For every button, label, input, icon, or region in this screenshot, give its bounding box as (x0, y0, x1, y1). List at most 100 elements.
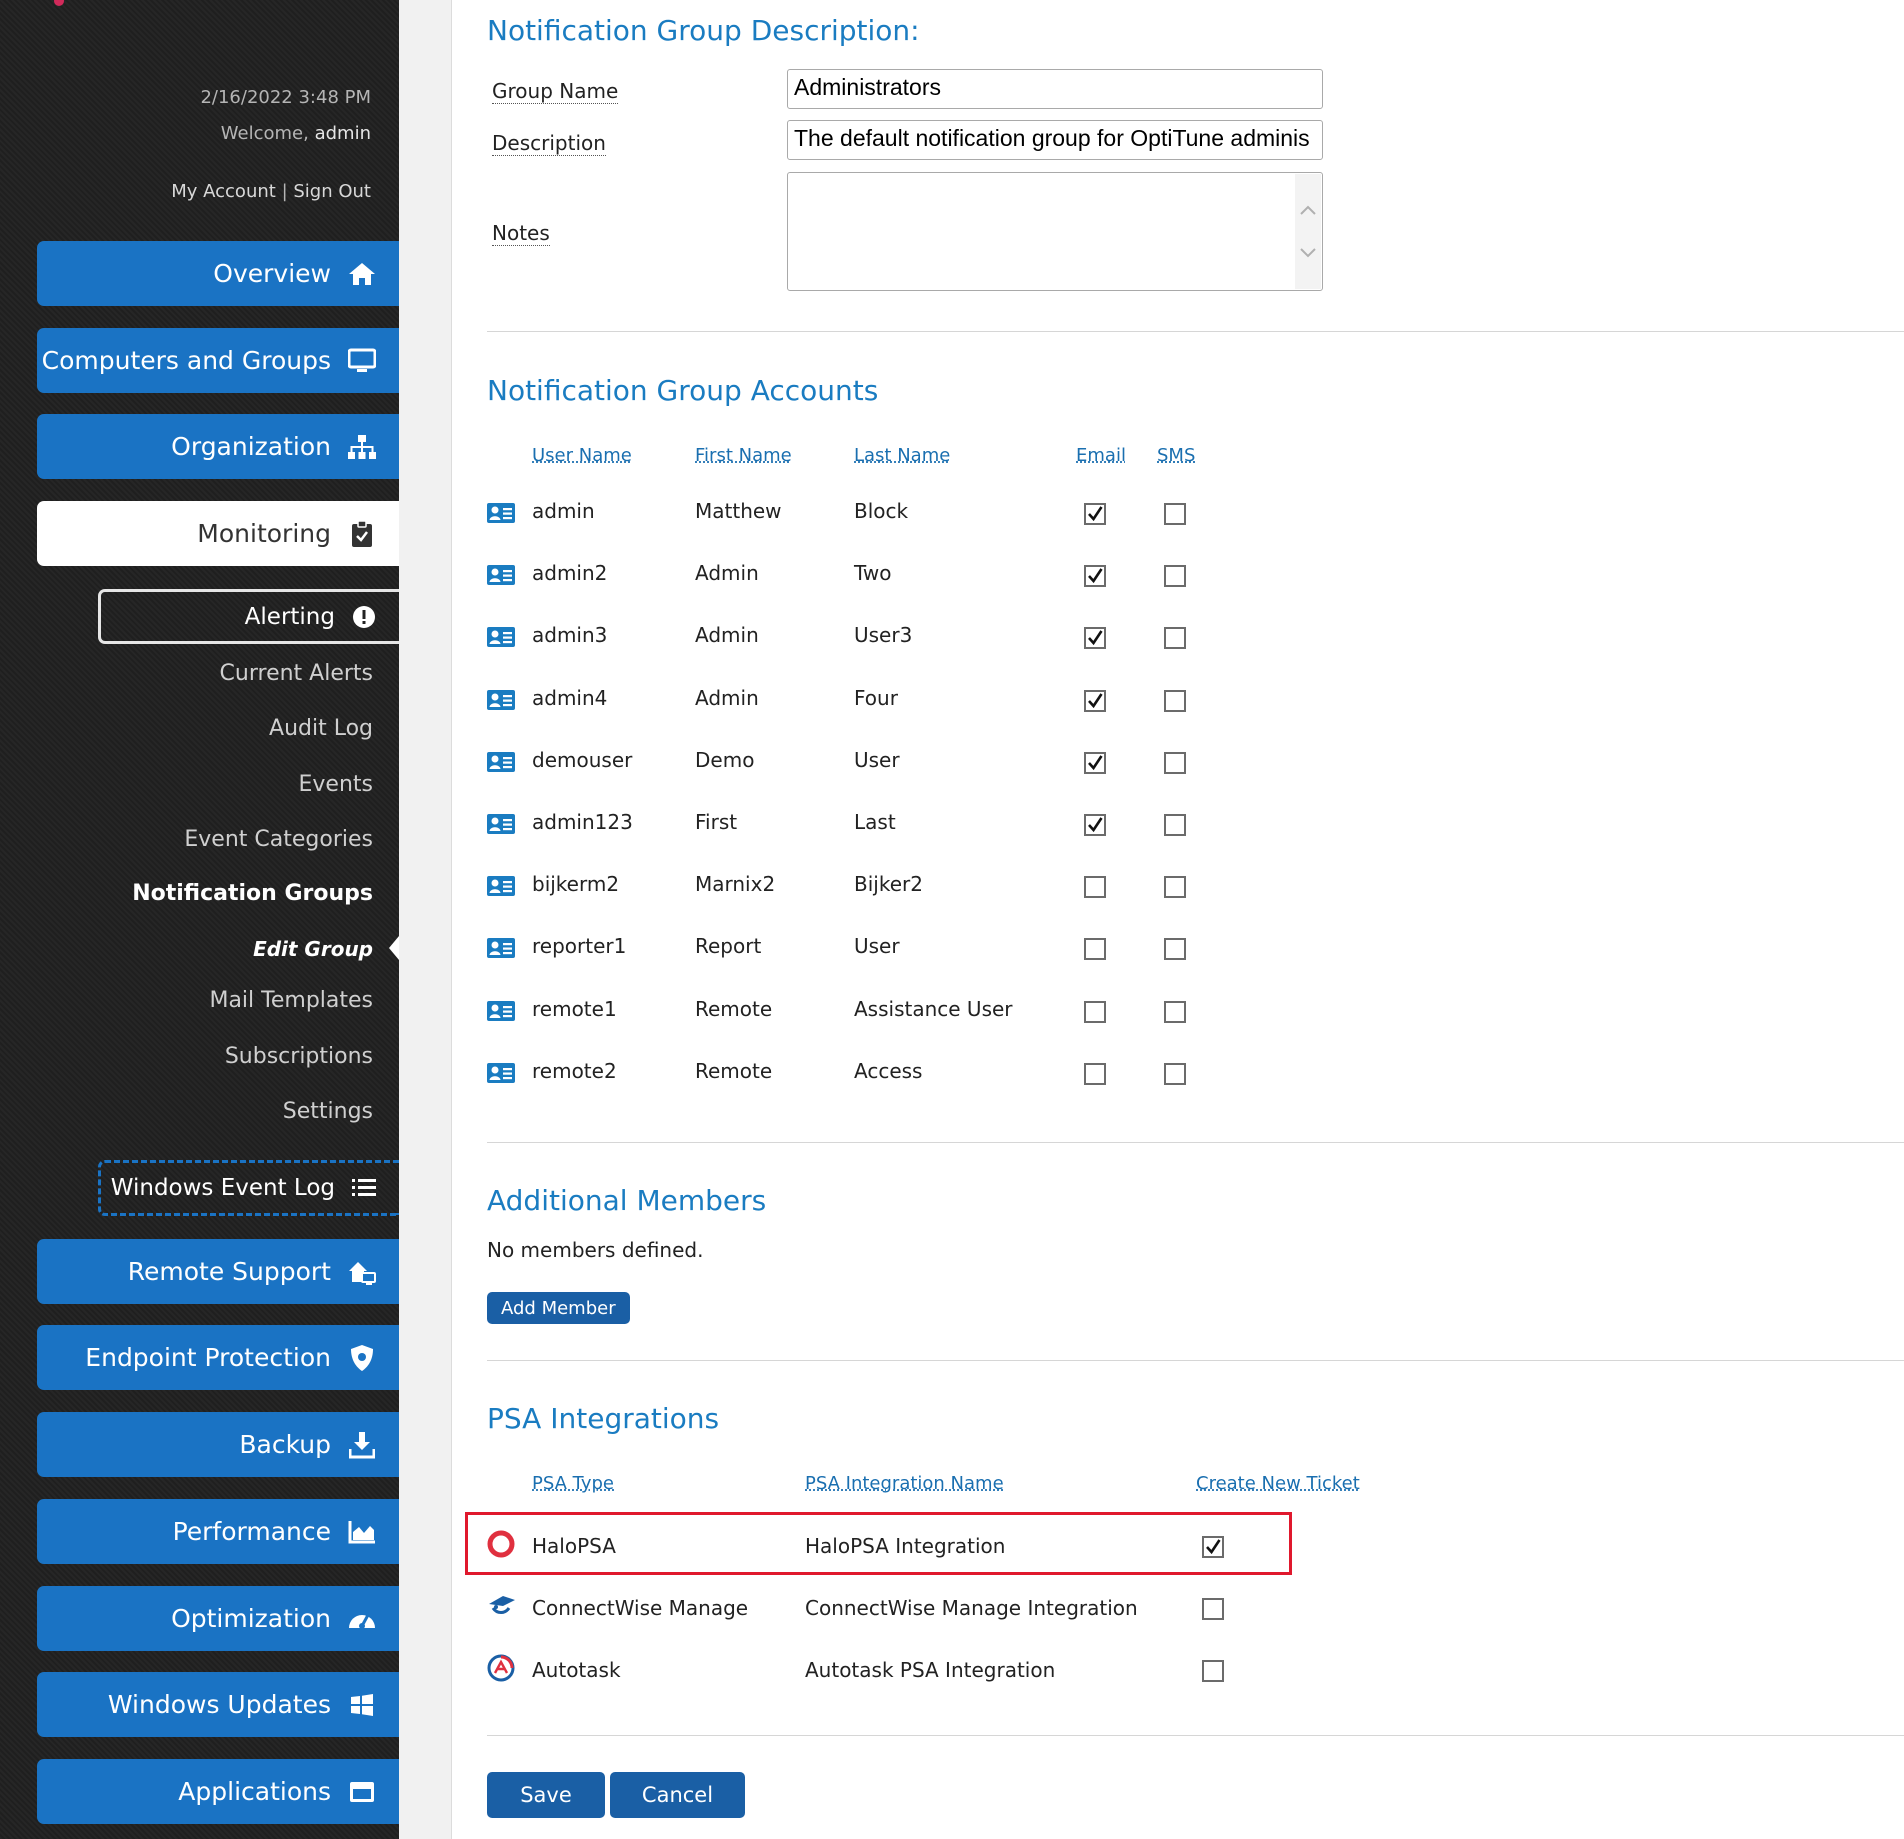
windows-logo-icon (347, 1690, 377, 1720)
create-ticket-checkbox[interactable] (1202, 1598, 1224, 1620)
nav-alerting[interactable]: Alerting (98, 589, 399, 644)
email-checkbox[interactable] (1084, 876, 1106, 899)
user-card-icon (487, 565, 515, 586)
email-checkbox[interactable] (1084, 751, 1106, 774)
notes-label: Notes (492, 221, 550, 246)
col-last-name[interactable]: Last Name (854, 445, 950, 466)
cancel-button[interactable]: Cancel (610, 1772, 745, 1818)
sms-checkbox[interactable] (1164, 689, 1186, 712)
nav-edit-group[interactable]: Edit Group (253, 937, 373, 961)
group-name-input[interactable]: Administrators (787, 69, 1323, 109)
nav-backup[interactable]: Backup (37, 1412, 399, 1477)
nav-organization-label: Organization (171, 432, 331, 461)
section-divider (487, 1735, 1904, 1736)
email-checkbox[interactable] (1084, 1000, 1106, 1023)
col-psa-integration-name[interactable]: PSA Integration Name (805, 1473, 1004, 1494)
nav-optimization[interactable]: Optimization (37, 1586, 399, 1651)
account-first-name: Remote (695, 996, 773, 1021)
account-first-name: Matthew (695, 499, 782, 523)
section-divider (487, 1142, 1904, 1143)
sidebar: 2/16/2022 3:48 PM Welcome, admin My Acco… (0, 0, 399, 1839)
sms-checkbox[interactable] (1164, 503, 1186, 525)
clipboard-check-icon (347, 519, 377, 549)
psa-integration-name: HaloPSA Integration (805, 1534, 1006, 1558)
sms-checkbox[interactable] (1164, 814, 1186, 836)
col-first-name[interactable]: First Name (695, 445, 792, 466)
nav-events[interactable]: Events (299, 772, 374, 797)
nav-applications[interactable]: Applications (37, 1759, 399, 1824)
nav-mail-templates[interactable]: Mail Templates (209, 988, 373, 1013)
sign-out-link[interactable]: Sign Out (293, 181, 371, 202)
sms-checkbox[interactable] (1164, 876, 1186, 899)
description-input[interactable]: The default notification group for OptiT… (787, 120, 1323, 160)
col-user-name[interactable]: User Name (532, 445, 632, 466)
scroll-arrows-icon (1300, 205, 1316, 258)
psa-type: HaloPSA (532, 1534, 616, 1558)
account-last-name: User (854, 747, 900, 772)
nav-event-categories[interactable]: Event Categories (184, 827, 373, 852)
nav-performance[interactable]: Performance (37, 1499, 399, 1564)
account-last-name: Assistance User (854, 996, 1013, 1021)
nav-remote-support[interactable]: Remote Support (37, 1239, 399, 1304)
email-checkbox[interactable] (1084, 814, 1106, 836)
sms-checkbox[interactable] (1164, 1062, 1186, 1085)
email-checkbox[interactable] (1084, 627, 1106, 650)
nav-windows-updates[interactable]: Windows Updates (37, 1672, 399, 1737)
sms-checkbox[interactable] (1164, 565, 1186, 588)
sms-checkbox[interactable] (1164, 1000, 1186, 1023)
nav-subscriptions[interactable]: Subscriptions (225, 1044, 373, 1069)
user-card-icon (487, 751, 515, 772)
no-members-text: No members defined. (487, 1238, 704, 1262)
nav-settings[interactable]: Settings (283, 1099, 373, 1124)
my-account-link[interactable]: My Account (171, 181, 276, 202)
autotask-icon (487, 1654, 517, 1684)
create-ticket-checkbox[interactable] (1202, 1536, 1224, 1558)
members-section-title: Additional Members (487, 1184, 767, 1217)
nav-organization[interactable]: Organization (37, 414, 399, 479)
welcome-text: Welcome, admin (221, 123, 371, 144)
nav-windows-event-log[interactable]: Windows Event Log (98, 1160, 399, 1216)
nav-audit-log[interactable]: Audit Log (269, 716, 373, 741)
shield-icon (347, 1343, 377, 1373)
nav-monitoring-label: Monitoring (197, 519, 331, 548)
email-checkbox[interactable] (1084, 503, 1106, 525)
account-last-name: Four (854, 685, 898, 710)
save-button[interactable]: Save (487, 1772, 605, 1818)
notes-textarea[interactable] (787, 172, 1323, 291)
email-checkbox[interactable] (1084, 1062, 1106, 1085)
account-first-name: Demo (695, 747, 755, 772)
nav-endpoint-protection-label: Endpoint Protection (85, 1343, 331, 1372)
account-user-name: remote2 (532, 1058, 617, 1083)
sms-checkbox[interactable] (1164, 938, 1186, 961)
account-user-name: bijkerm2 (532, 872, 620, 897)
psa-section-title: PSA Integrations (487, 1402, 720, 1435)
nav-current-alerts[interactable]: Current Alerts (220, 661, 373, 686)
nav-monitoring[interactable]: Monitoring (37, 501, 399, 566)
col-psa-type[interactable]: PSA Type (532, 1473, 614, 1494)
col-create-new-ticket[interactable]: Create New Ticket (1196, 1473, 1360, 1494)
group-name-label: Group Name (492, 79, 619, 104)
sms-checkbox[interactable] (1164, 627, 1186, 650)
sms-checkbox[interactable] (1164, 751, 1186, 774)
nav-windows-event-log-label: Windows Event Log (110, 1175, 335, 1201)
col-sms[interactable]: SMS (1157, 445, 1195, 466)
download-icon (347, 1430, 377, 1460)
email-checkbox[interactable] (1084, 938, 1106, 961)
connectwise-icon (487, 1592, 517, 1622)
nav-overview[interactable]: Overview (37, 241, 399, 306)
psa-integration-name: ConnectWise Manage Integration (805, 1596, 1138, 1620)
create-ticket-checkbox[interactable] (1202, 1660, 1224, 1682)
notes-scrollbar[interactable] (1295, 174, 1321, 289)
nav-endpoint-protection[interactable]: Endpoint Protection (37, 1325, 399, 1390)
account-last-name: User (854, 934, 900, 959)
nav-notification-groups[interactable]: Notification Groups (132, 881, 373, 906)
email-checkbox[interactable] (1084, 689, 1106, 712)
add-member-button[interactable]: Add Member (487, 1292, 630, 1324)
nav-computers-and-groups[interactable]: Computers and Groups (37, 328, 399, 393)
col-email[interactable]: Email (1076, 445, 1126, 466)
remote-support-icon (347, 1257, 377, 1287)
email-checkbox[interactable] (1084, 565, 1106, 588)
account-last-name: Access (854, 1058, 923, 1083)
account-user-name: admin2 (532, 561, 608, 586)
monitor-icon (347, 346, 377, 376)
